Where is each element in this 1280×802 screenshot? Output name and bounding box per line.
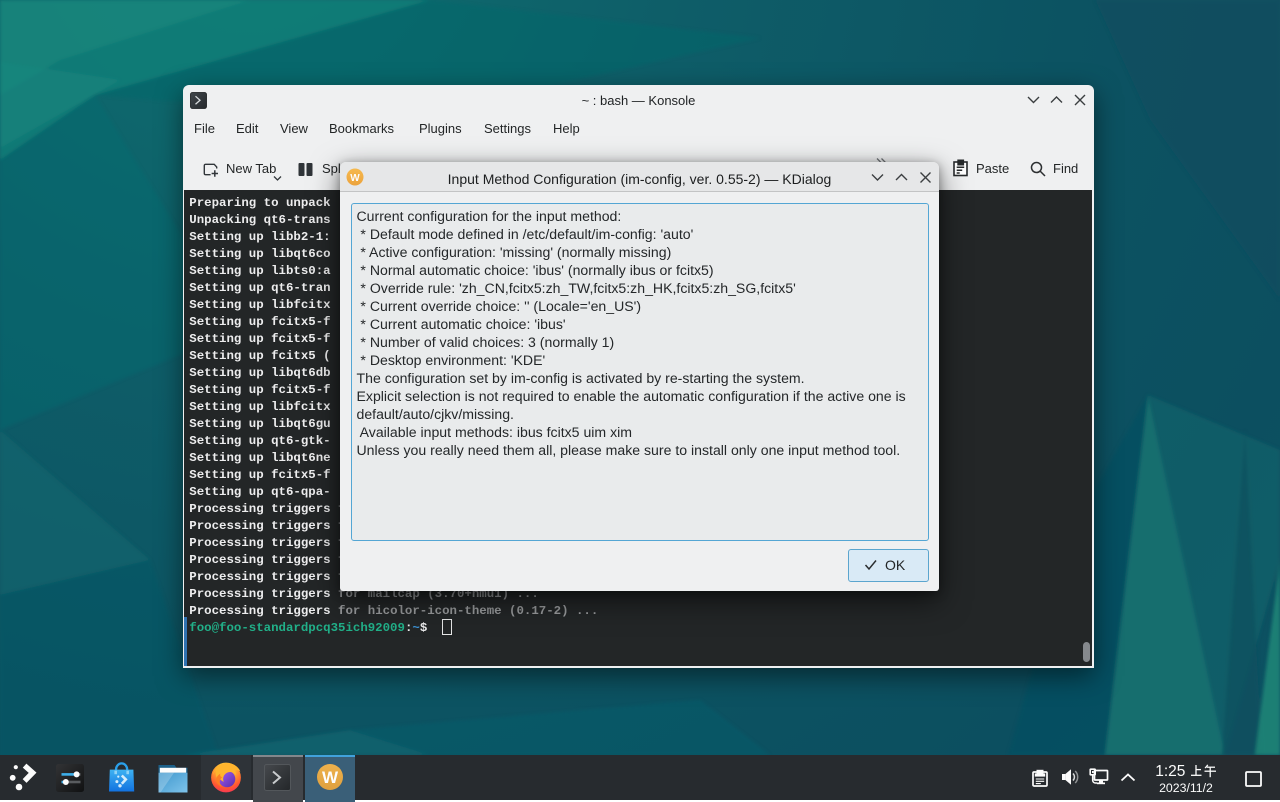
svg-text:W: W xyxy=(350,173,360,184)
svg-text:W: W xyxy=(322,768,339,787)
